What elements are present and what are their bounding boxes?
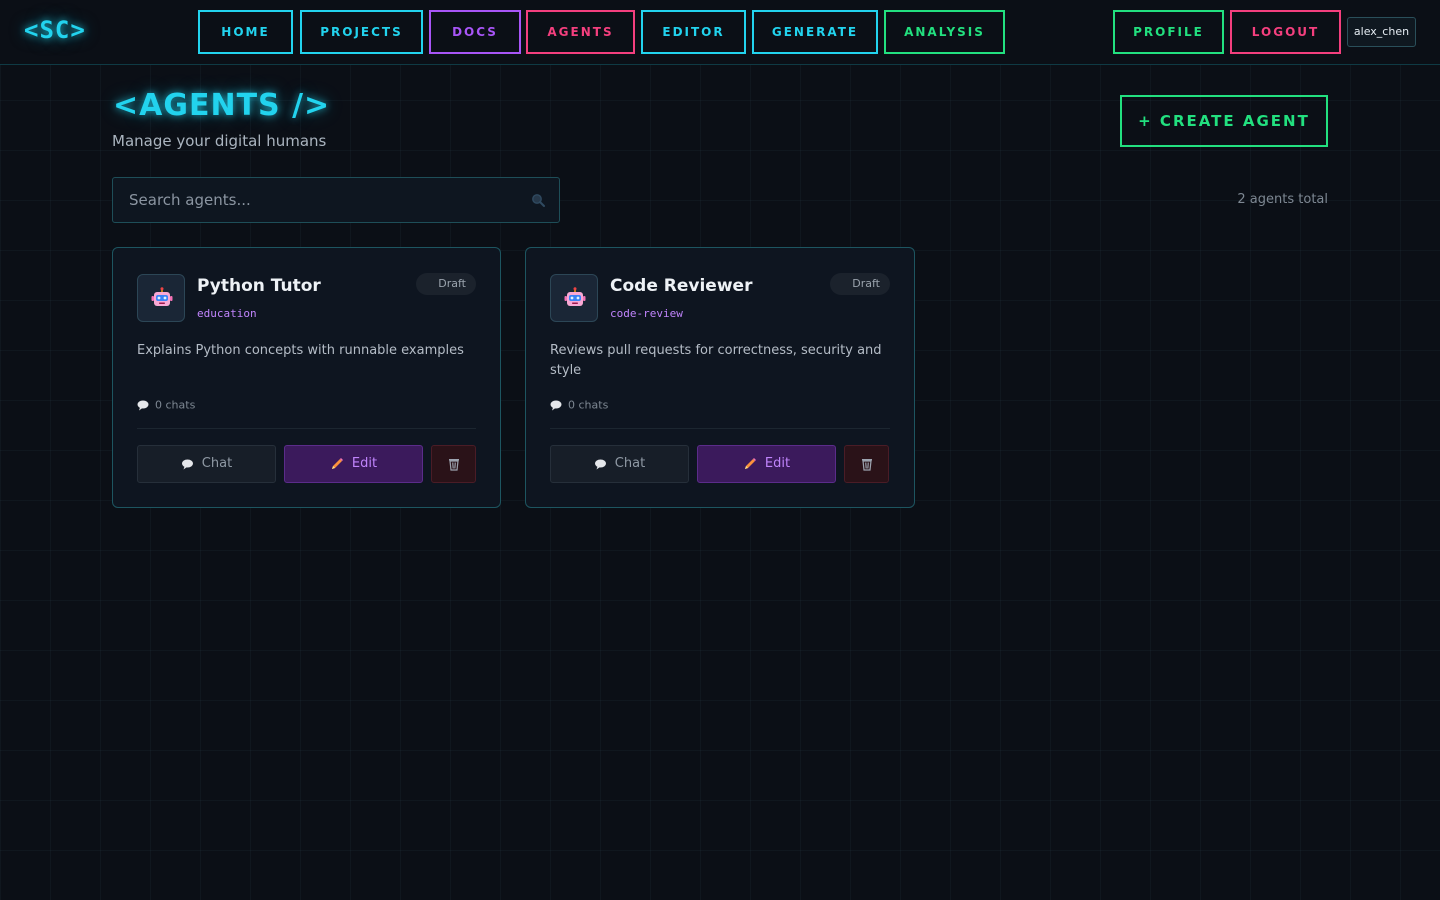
nav-agents[interactable]: AGENTS bbox=[526, 10, 635, 54]
speech-bubble-icon bbox=[137, 400, 149, 410]
chat-button[interactable]: Chat bbox=[550, 445, 689, 483]
top-navbar: <SC> HOME PROJECTS DOCS AGENTS EDITOR GE… bbox=[0, 0, 1440, 65]
site-logo[interactable]: <SC> bbox=[24, 16, 86, 44]
logout-button[interactable]: LOGOUT bbox=[1230, 10, 1341, 54]
robot-icon bbox=[564, 287, 586, 306]
chat-count: 0 chats bbox=[550, 398, 608, 412]
avatar bbox=[550, 274, 598, 322]
card-divider bbox=[550, 428, 890, 429]
agent-category-tag: education bbox=[197, 307, 257, 320]
trash-icon bbox=[448, 458, 459, 471]
chat-button-label: Chat bbox=[201, 456, 233, 471]
chat-count-label: 0 chats bbox=[568, 398, 609, 412]
create-agent-button[interactable]: + CREATE AGENT bbox=[1120, 95, 1328, 147]
search-box bbox=[112, 177, 560, 223]
nav-analysis[interactable]: ANALYSIS bbox=[884, 10, 1005, 54]
username-badge[interactable]: alex_chen bbox=[1347, 17, 1416, 47]
page-subtitle: Manage your digital humans bbox=[112, 132, 327, 150]
chat-count: 0 chats bbox=[137, 398, 195, 412]
speech-bubble-icon bbox=[181, 459, 193, 469]
search-input[interactable] bbox=[113, 178, 513, 222]
chat-count-label: 0 chats bbox=[155, 398, 196, 412]
status-badge: Draft bbox=[416, 273, 476, 295]
search-icon[interactable] bbox=[531, 193, 545, 207]
card-divider bbox=[137, 428, 476, 429]
edit-button[interactable]: Edit bbox=[284, 445, 423, 483]
speech-bubble-icon bbox=[550, 400, 562, 410]
edit-button[interactable]: Edit bbox=[697, 445, 836, 483]
delete-button[interactable] bbox=[844, 445, 889, 483]
nav-generate[interactable]: GENERATE bbox=[752, 10, 878, 54]
agent-name: Code Reviewer bbox=[610, 276, 753, 296]
edit-button-label: Edit bbox=[351, 456, 378, 471]
agents-total-count: 2 agents total bbox=[1237, 192, 1328, 207]
agent-description: Explains Python concepts with runnable e… bbox=[137, 343, 464, 358]
nav-home[interactable]: HOME bbox=[198, 10, 293, 54]
trash-icon bbox=[861, 458, 872, 471]
agent-name: Python Tutor bbox=[197, 276, 321, 296]
profile-button[interactable]: PROFILE bbox=[1113, 10, 1224, 54]
chat-button-label: Chat bbox=[614, 456, 646, 471]
chat-button[interactable]: Chat bbox=[137, 445, 276, 483]
nav-docs[interactable]: DOCS bbox=[429, 10, 521, 54]
nav-projects[interactable]: PROJECTS bbox=[300, 10, 423, 54]
avatar bbox=[137, 274, 185, 322]
agent-card: Python Tutor education Draft Explains Py… bbox=[112, 247, 501, 508]
speech-bubble-icon bbox=[594, 459, 606, 469]
agent-category-tag: code-review bbox=[610, 307, 683, 320]
pencil-icon bbox=[744, 458, 756, 469]
status-badge: Draft bbox=[830, 273, 890, 295]
agent-description: Reviews pull requests for correctness, s… bbox=[550, 343, 882, 378]
nav-editor[interactable]: EDITOR bbox=[641, 10, 746, 54]
robot-icon bbox=[151, 287, 173, 306]
delete-button[interactable] bbox=[431, 445, 476, 483]
edit-button-label: Edit bbox=[764, 456, 791, 471]
pencil-icon bbox=[331, 458, 343, 469]
page-title: <AGENTS /> bbox=[113, 88, 331, 123]
agent-card: Code Reviewer code-review Draft Reviews … bbox=[525, 247, 915, 508]
